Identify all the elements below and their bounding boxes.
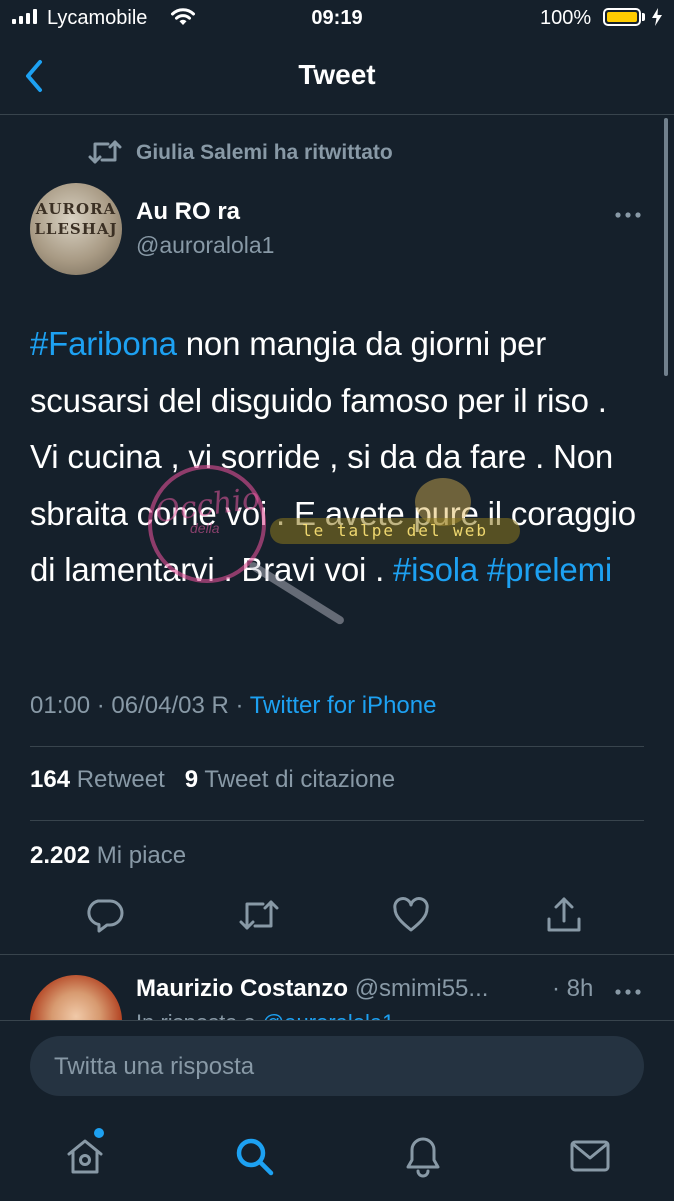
author-name[interactable]: Au RO ra [136, 198, 240, 226]
retweet-button[interactable] [238, 895, 279, 935]
home-icon [67, 1139, 103, 1174]
reply-more-button[interactable] [614, 984, 642, 1002]
share-button[interactable] [544, 895, 584, 935]
like-icon [393, 897, 429, 932]
watermark-banner: le talpe del web [270, 518, 520, 544]
more-options-button[interactable] [614, 207, 642, 225]
nav-divider [0, 114, 674, 115]
search-icon [236, 1138, 274, 1176]
messages-icon [570, 1140, 610, 1172]
new-content-dot [94, 1128, 104, 1138]
quote-count: 9 [184, 766, 199, 793]
scrollbar[interactable] [664, 118, 668, 376]
author-avatar[interactable]: AURORA LLESHAJ [30, 183, 122, 275]
like-label: Mi piace [96, 842, 187, 869]
author-handle[interactable]: @auroralola1 [136, 232, 274, 259]
tweet-text: #Faribona non mangia da giorni per scusa… [30, 316, 640, 599]
reply-icon [87, 899, 124, 933]
retweet-stats[interactable]: 164 Retweet 9 Tweet di citazione [30, 766, 395, 794]
tweet-body: non mangia da giorni per scusarsi del di… [30, 325, 636, 588]
divider [30, 820, 644, 821]
tab-home[interactable] [63, 1134, 107, 1178]
retweet-context[interactable]: Giulia Salemi ha ritwittato [136, 141, 393, 165]
tweet-timestamp: 01:00 · 06/04/03 R · [30, 692, 244, 719]
charging-bolt-icon [651, 8, 663, 32]
more-icon [615, 212, 641, 218]
quote-label: Tweet di citazione [204, 766, 396, 793]
reply-author-handle: @smimi55... [354, 975, 489, 1002]
notifications-icon [406, 1137, 440, 1178]
reply-author[interactable]: Maurizio Costanzo @smimi55... [136, 975, 488, 1003]
reply-time: · 8h [552, 975, 594, 1002]
retweet-label: Retweet [76, 766, 165, 793]
page-title: Tweet [298, 59, 376, 90]
like-button[interactable] [391, 895, 431, 935]
hashtag-prelemi[interactable]: #prelemi [487, 551, 612, 588]
more-icon [615, 989, 641, 995]
watermark-small: della [190, 520, 220, 536]
share-icon [547, 897, 581, 932]
retweet-icon [239, 900, 279, 930]
divider [30, 746, 644, 747]
hashtag-isola[interactable]: #isola [393, 551, 478, 588]
tab-notifications[interactable] [401, 1134, 445, 1178]
tab-messages[interactable] [568, 1134, 612, 1178]
battery-tip [642, 13, 645, 21]
tab-search[interactable] [232, 1134, 276, 1178]
battery-percent: 100% [540, 7, 592, 29]
like-stats[interactable]: 2.202 Mi piace [30, 842, 186, 870]
tweet-source-link[interactable]: Twitter for iPhone [250, 692, 437, 719]
reply-button[interactable] [86, 895, 126, 935]
avatar-lettering: AURORA LLESHAJ [34, 200, 118, 238]
tweet-meta: 01:00 · 06/04/03 R · Twitter for iPhone [30, 692, 436, 720]
retweet-count: 164 [30, 766, 71, 793]
status-bar: Lycamobile 09:19 100% [0, 0, 674, 38]
reply-input[interactable] [52, 1036, 616, 1098]
divider [0, 954, 674, 955]
retweet-context-icon [88, 138, 122, 171]
reply-author-name: Maurizio Costanzo [136, 975, 349, 1002]
battery-icon [603, 8, 641, 26]
hashtag-faribona[interactable]: #Faribona [30, 325, 177, 362]
reply-composer[interactable] [30, 1036, 644, 1098]
like-count: 2.202 [30, 842, 91, 869]
